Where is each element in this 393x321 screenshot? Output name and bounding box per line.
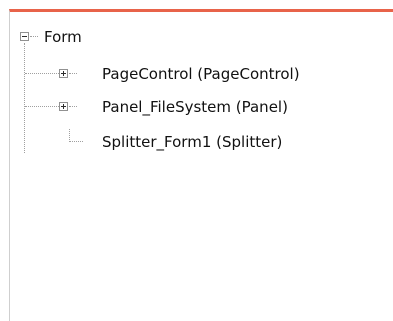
tree-node-pagecontrol[interactable]: PageControl (PageControl) <box>10 63 393 85</box>
expand-icon[interactable] <box>59 69 68 78</box>
tree-node-label: Panel_FileSystem (Panel) <box>102 98 288 116</box>
tree-connector <box>30 36 38 38</box>
tree-node-label: PageControl (PageControl) <box>102 65 300 83</box>
tree-connector <box>25 73 59 75</box>
collapse-icon[interactable] <box>20 32 29 41</box>
tree-connector <box>69 141 83 143</box>
tree-node-form[interactable]: Form <box>10 26 210 48</box>
object-tree: Form PageControl (PageControl) Panel_Fil… <box>10 12 393 321</box>
tree-node-label: Splitter_Form1 (Splitter) <box>102 133 283 151</box>
tree-node-splitter-form1[interactable]: Splitter_Form1 (Splitter) <box>10 129 393 153</box>
expand-icon[interactable] <box>59 102 68 111</box>
tree-connector <box>69 73 77 75</box>
tree-node-panel-filesystem[interactable]: Panel_FileSystem (Panel) <box>10 96 393 118</box>
object-tree-panel: Form PageControl (PageControl) Panel_Fil… <box>9 9 393 321</box>
tree-node-label: Form <box>44 28 82 46</box>
tree-connector <box>25 106 59 108</box>
tree-connector <box>69 106 77 108</box>
